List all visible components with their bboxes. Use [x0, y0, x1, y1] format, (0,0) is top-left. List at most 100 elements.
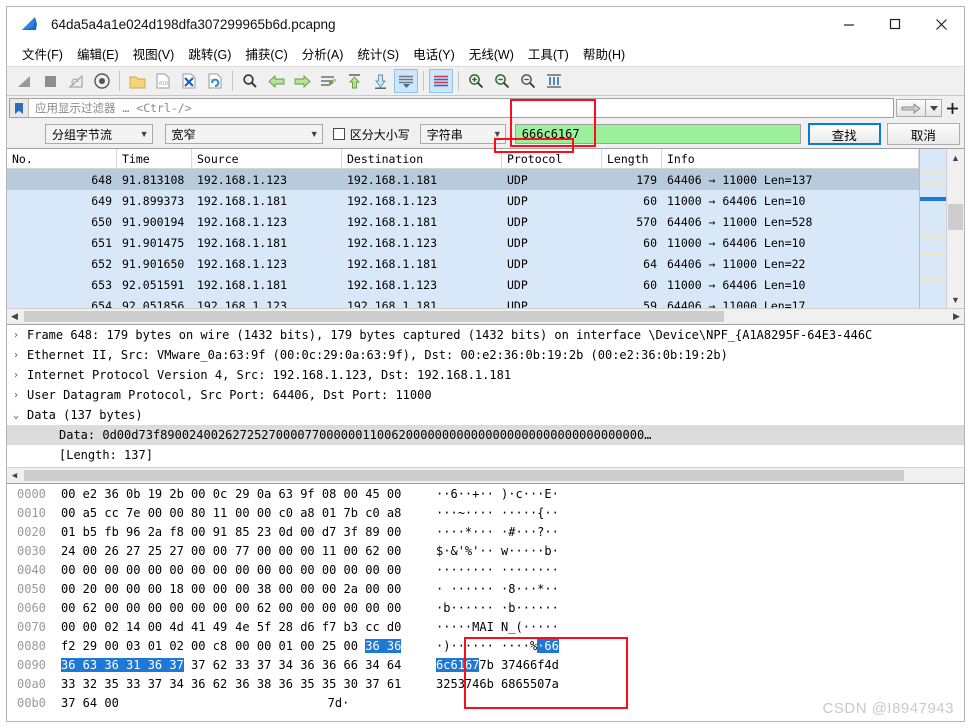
save-file-icon[interactable]: 010 [151, 69, 175, 93]
column-time[interactable]: Time [117, 149, 192, 168]
bookmark-icon[interactable] [10, 99, 29, 117]
scrollbar-thumb[interactable] [948, 204, 963, 230]
title-bar: 64da5a4a1e024d198dfa307299965b6d.pcapng [7, 7, 964, 41]
hex-dump-row[interactable]: 0010 00 a5 cc 7e 00 00 80 11 00 00 c0 a8 … [7, 503, 964, 522]
find-case-sensitive-checkbox[interactable]: 区分大小写 [332, 126, 410, 143]
column-protocol[interactable]: Protocol [502, 149, 602, 168]
cancel-find-button[interactable]: 取消 [886, 123, 960, 145]
column-no[interactable]: No. [7, 149, 117, 168]
find-button[interactable]: 查找 [807, 123, 881, 145]
restart-capture-icon[interactable] [64, 69, 88, 93]
column-info[interactable]: Info [662, 149, 919, 168]
start-capture-icon[interactable] [12, 69, 36, 93]
go-to-packet-icon[interactable] [316, 69, 340, 93]
display-filter-input[interactable]: 应用显示过滤器 … <Ctrl-/> [9, 98, 894, 118]
detail-tree-row[interactable]: › Frame 648: 179 bytes on wire (1432 bits… [7, 325, 964, 345]
hex-dump-row[interactable]: 0040 00 00 00 00 00 00 00 00 00 00 00 00 … [7, 560, 964, 579]
maximize-button[interactable] [872, 7, 918, 41]
table-row[interactable]: 652 91.901650 192.168.1.123 192.168.1.181 UD… [7, 253, 919, 274]
column-length[interactable]: Length [602, 149, 662, 168]
chevron-down-icon[interactable] [926, 99, 942, 117]
packet-list-vertical-scrollbar[interactable]: ▲ ▼ [946, 149, 964, 308]
detail-tree-row[interactable]: [Length: 137] [7, 445, 964, 465]
menu-capture[interactable]: 捕获(C) [238, 42, 294, 65]
scroll-down-icon[interactable]: ▼ [947, 291, 964, 308]
menu-telephony[interactable]: 电话(Y) [406, 42, 462, 65]
zoom-in-icon[interactable] [464, 69, 488, 93]
hscrollbar-thumb[interactable] [24, 470, 904, 481]
zoom-out-icon[interactable] [490, 69, 514, 93]
scroll-left-icon[interactable]: ◀ [7, 309, 22, 324]
open-file-icon[interactable] [125, 69, 149, 93]
hex-dump-row[interactable]: 00b0 37 64 00 7d· [7, 693, 964, 712]
chevron-right-icon[interactable]: › [13, 370, 27, 381]
packet-list-horizontal-scrollbar[interactable]: ◀ ▶ [7, 308, 964, 324]
hex-bytes-right: 85 23 0d 00 d7 3f 89 00 [235, 524, 402, 539]
hex-dump-row[interactable]: 0020 01 b5 fb 96 2a f8 00 91 85 23 0d 00 … [7, 522, 964, 541]
column-destination[interactable]: Destination [342, 149, 502, 168]
hex-dump-row[interactable]: 0060 00 62 00 00 00 00 00 00 00 62 00 00 … [7, 598, 964, 617]
table-row[interactable]: 649 91.899373 192.168.1.181 192.168.1.123 UD… [7, 190, 919, 211]
chevron-down-icon[interactable]: ⌄ [13, 410, 27, 421]
detail-tree-row[interactable]: ⌄ Data (137 bytes) [7, 405, 964, 425]
go-forward-icon[interactable] [290, 69, 314, 93]
auto-scroll-icon[interactable] [394, 69, 418, 93]
table-row[interactable]: 648 91.813108 192.168.1.123 192.168.1.181 UD… [7, 169, 919, 190]
chevron-right-icon[interactable]: › [13, 350, 27, 361]
menu-statistics[interactable]: 统计(S) [350, 42, 406, 65]
menu-edit[interactable]: 编辑(E) [70, 42, 126, 65]
chevron-right-icon[interactable]: › [13, 390, 27, 401]
chevron-right-icon[interactable]: › [13, 330, 27, 341]
scroll-up-icon[interactable]: ▲ [947, 149, 964, 166]
detail-tree-row[interactable]: › Ethernet II, Src: VMware_0a:63:9f (00:0… [7, 345, 964, 365]
plus-icon[interactable] [942, 98, 962, 118]
hex-dump-row[interactable]: 0050 00 20 00 00 00 18 00 00 00 38 00 00 … [7, 579, 964, 598]
table-row[interactable]: 651 91.901475 192.168.1.181 192.168.1.123 UD… [7, 232, 919, 253]
hex-dump-row[interactable]: 0080 f2 29 00 03 01 02 00 c8 00 00 01 00 … [7, 636, 964, 655]
menu-file[interactable]: 文件(F) [15, 42, 70, 65]
column-source[interactable]: Source [192, 149, 342, 168]
scroll-left-icon[interactable]: ◀ [7, 468, 22, 483]
table-row[interactable]: 650 91.900194 192.168.1.123 192.168.1.181 UD… [7, 211, 919, 232]
cell-src: 192.168.1.181 [197, 235, 288, 250]
hex-dump-row[interactable]: 0070 00 00 02 14 00 4d 41 49 4e 5f 28 d6 … [7, 617, 964, 636]
scroll-right-icon[interactable]: ▶ [949, 309, 964, 324]
hex-dump-row[interactable]: 00a0 33 32 35 33 37 34 36 62 36 38 36 35 … [7, 674, 964, 693]
menu-help[interactable]: 帮助(H) [576, 42, 632, 65]
capture-options-icon[interactable] [90, 69, 114, 93]
zoom-reset-icon[interactable] [516, 69, 540, 93]
stop-capture-icon[interactable] [38, 69, 62, 93]
minimize-button[interactable] [826, 7, 872, 41]
colorize-icon[interactable] [429, 69, 453, 93]
find-value-type-combo[interactable]: 字符串 ▼ [419, 124, 506, 144]
menu-go[interactable]: 跳转(G) [181, 42, 238, 65]
detail-tree-row[interactable]: › Internet Protocol Version 4, Src: 192.1… [7, 365, 964, 385]
close-button[interactable] [918, 7, 964, 41]
go-last-packet-icon[interactable] [368, 69, 392, 93]
hex-dump-row[interactable]: 0090 36 63 36 31 36 37 37 62 33 37 34 36 … [7, 655, 964, 674]
table-row[interactable]: 653 92.051591 192.168.1.181 192.168.1.123 UD… [7, 274, 919, 295]
hscrollbar-thumb[interactable] [24, 311, 724, 322]
find-narrow-wide-combo[interactable]: 宽窄 ▼ [164, 124, 323, 144]
apply-filter-button[interactable] [896, 99, 926, 117]
reload-file-icon[interactable] [203, 69, 227, 93]
menu-analyze[interactable]: 分析(A) [295, 42, 351, 65]
find-search-in-combo[interactable]: 分组字节流 ▼ [45, 124, 153, 144]
menu-view[interactable]: 视图(V) [126, 42, 182, 65]
intelligent-scrollbar[interactable] [919, 149, 946, 308]
go-back-icon[interactable] [264, 69, 288, 93]
go-first-packet-icon[interactable] [342, 69, 366, 93]
close-file-icon[interactable] [177, 69, 201, 93]
hex-group-separator [119, 696, 127, 710]
menu-tools[interactable]: 工具(T) [521, 42, 576, 65]
resize-columns-icon[interactable] [542, 69, 566, 93]
packet-detail-horizontal-scrollbar[interactable]: ◀ [7, 467, 964, 483]
hex-dump-row[interactable]: 0030 24 00 26 27 25 27 00 00 77 00 00 00 … [7, 541, 964, 560]
detail-tree-row[interactable]: › User Datagram Protocol, Src Port: 64406… [7, 385, 964, 405]
hex-dump-row[interactable]: 0000 00 e2 36 0b 19 2b 00 0c 29 0a 63 9f … [7, 484, 964, 503]
detail-tree-row[interactable]: Data: 0d00d73f89002400262725270000770000… [7, 425, 964, 445]
table-row[interactable]: 654 92.051856 192.168.1.123 192.168.1.181 UD… [7, 295, 919, 308]
find-packet-icon[interactable] [238, 69, 262, 93]
find-query-input[interactable]: 666c6167 [514, 124, 801, 144]
menu-wireless[interactable]: 无线(W) [462, 42, 521, 65]
